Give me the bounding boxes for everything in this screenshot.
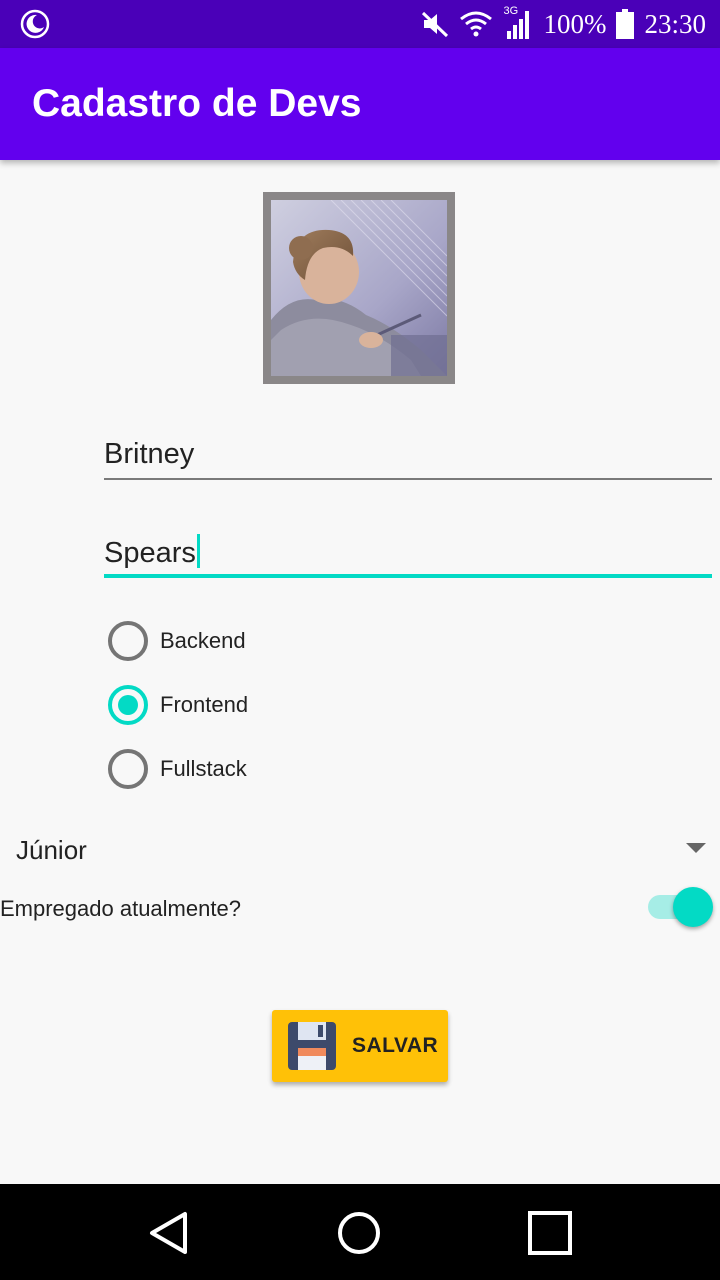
switch-thumb [673, 887, 713, 927]
app-title: Cadastro de Devs [32, 82, 362, 125]
radio-label-fullstack: Fullstack [160, 756, 247, 781]
radio-dot [118, 695, 138, 715]
radio-unchecked-icon [108, 749, 148, 789]
last-name-value: Spears [104, 537, 196, 569]
back-icon[interactable] [147, 1210, 193, 1256]
text-cursor [196, 534, 200, 568]
last-name-field[interactable]: Spears [104, 534, 712, 578]
employed-switch[interactable] [648, 887, 714, 927]
navigation-bar [0, 1184, 720, 1280]
radio-label-frontend: Frontend [160, 692, 249, 717]
dropdown-arrow-icon [686, 843, 706, 853]
photo-picker[interactable] [263, 192, 455, 384]
level-value: Júnior [16, 835, 87, 865]
profile-photo [271, 200, 447, 376]
employed-label: Empregado atualmente? [0, 896, 241, 921]
radio-backend[interactable]: Backend [108, 621, 246, 661]
night-mode-icon [20, 9, 50, 39]
radio-fullstack[interactable]: Fullstack [108, 749, 247, 789]
status-bar: 3G 100% 23:30 [0, 0, 720, 48]
radio-checked-icon [108, 685, 148, 725]
wifi-icon [460, 11, 493, 37]
first-name-underline [104, 478, 712, 480]
radio-unchecked-icon [108, 621, 148, 661]
save-button-label: SALVAR [352, 1034, 439, 1057]
home-icon[interactable] [336, 1210, 382, 1256]
radio-frontend[interactable]: Frontend [108, 685, 248, 725]
mute-icon [422, 11, 449, 38]
radio-label-backend: Backend [160, 628, 246, 653]
signal-3g-icon: 3G [503, 5, 533, 41]
first-name-field[interactable]: Britney [104, 438, 712, 482]
status-icons: 3G 100% 23:30 [421, 0, 706, 48]
battery-icon [616, 9, 635, 39]
floppy-disk-icon [288, 1022, 336, 1070]
last-name-underline [104, 574, 712, 578]
screen: 3G 100% 23:30 Cadastro de Devs Britney S… [0, 0, 720, 1280]
battery-percent: 100% [543, 8, 607, 39]
save-button[interactable]: SALVAR [272, 1010, 448, 1082]
recent-apps-icon[interactable] [527, 1210, 573, 1256]
level-spinner[interactable]: Júnior [0, 826, 720, 874]
app-bar: Cadastro de Devs [0, 48, 720, 160]
first-name-value: Britney [104, 438, 195, 470]
clock: 23:30 [644, 8, 706, 39]
